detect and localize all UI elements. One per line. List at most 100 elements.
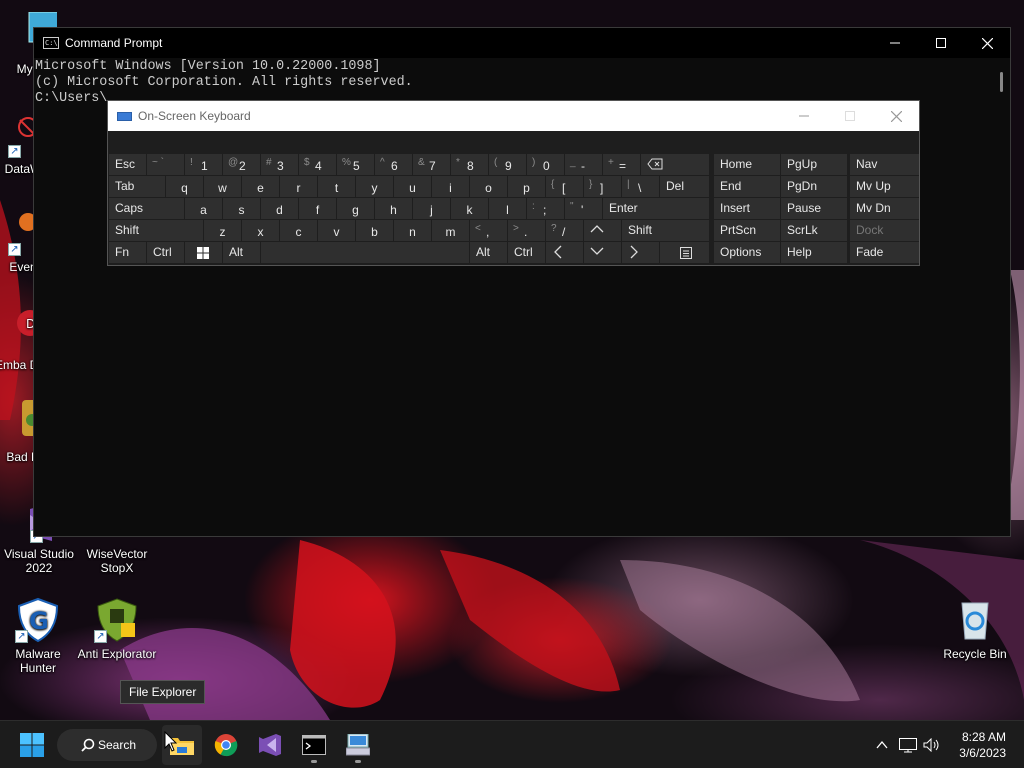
key-nav[interactable]: Nav: [850, 154, 919, 175]
key-del[interactable]: Del: [660, 176, 709, 197]
key-pgdn[interactable]: PgDn: [781, 176, 847, 197]
show-hidden-icons-button[interactable]: [870, 725, 894, 765]
key-9[interactable]: (9: [489, 154, 526, 175]
key-fn[interactable]: Fn: [109, 242, 146, 263]
key-slash[interactable]: ? /: [546, 220, 583, 241]
key-i[interactable]: i: [432, 176, 469, 197]
key-b[interactable]: b: [356, 220, 393, 241]
key-n[interactable]: n: [394, 220, 431, 241]
taskbar-search-button[interactable]: Search: [57, 729, 157, 761]
key-tab[interactable]: Tab: [109, 176, 165, 197]
command-prompt-taskbar-button[interactable]: [294, 725, 334, 765]
key-shift-right[interactable]: Shift: [622, 220, 709, 241]
minimize-button[interactable]: [872, 28, 918, 58]
key-prtscn[interactable]: PrtScn: [714, 220, 780, 241]
key-l[interactable]: l: [489, 198, 526, 219]
key-6[interactable]: ^ 6: [375, 154, 412, 175]
key-windows[interactable]: [185, 242, 222, 263]
key-insert[interactable]: Insert: [714, 198, 780, 219]
key-q[interactable]: q: [166, 176, 203, 197]
key-k[interactable]: k: [451, 198, 488, 219]
key-w[interactable]: w: [204, 176, 241, 197]
key-8[interactable]: * 8: [451, 154, 488, 175]
key-d[interactable]: d: [261, 198, 298, 219]
key-tilde[interactable]: ~ `: [147, 154, 184, 175]
network-button[interactable]: [896, 725, 920, 765]
key-r[interactable]: r: [280, 176, 317, 197]
key-scrlk[interactable]: ScrLk: [781, 220, 847, 241]
key-arrow-right[interactable]: [622, 242, 659, 263]
key-c[interactable]: c: [280, 220, 317, 241]
key-t[interactable]: t: [318, 176, 355, 197]
key-h[interactable]: h: [375, 198, 412, 219]
key-v[interactable]: v: [318, 220, 355, 241]
key-4[interactable]: $4: [299, 154, 336, 175]
key-u[interactable]: u: [394, 176, 431, 197]
key-equals[interactable]: + =: [603, 154, 640, 175]
key-menu[interactable]: [660, 242, 709, 263]
on-screen-keyboard-taskbar-button[interactable]: [338, 725, 378, 765]
key-pause[interactable]: Pause: [781, 198, 847, 219]
key-backspace[interactable]: [641, 154, 709, 175]
on-screen-keyboard-window[interactable]: On-Screen Keyboard Esc ~ ` ! 1 @2 #3 $4 %…: [107, 100, 920, 266]
key-z[interactable]: z: [204, 220, 241, 241]
key-home[interactable]: Home: [714, 154, 780, 175]
key-right-bracket[interactable]: }]: [584, 176, 621, 197]
key-p[interactable]: p: [508, 176, 545, 197]
key-j[interactable]: j: [413, 198, 450, 219]
key-2[interactable]: @2: [223, 154, 260, 175]
key-move-down[interactable]: Mv Dn: [850, 198, 919, 219]
key-arrow-up[interactable]: [584, 220, 621, 241]
key-3[interactable]: #3: [261, 154, 298, 175]
key-esc[interactable]: Esc: [109, 154, 146, 175]
key-ctrl-left[interactable]: Ctrl: [147, 242, 184, 263]
key-quote[interactable]: " ': [565, 198, 602, 219]
key-x[interactable]: x: [242, 220, 279, 241]
key-end[interactable]: End: [714, 176, 780, 197]
desktop-icon-malware-hunter[interactable]: G ↗ Malware Hunter: [0, 597, 78, 675]
key-a[interactable]: a: [185, 198, 222, 219]
taskbar-clock[interactable]: 8:28 AM 3/6/2023: [959, 729, 1006, 761]
close-button[interactable]: [964, 28, 1010, 58]
key-alt-right[interactable]: Alt: [470, 242, 507, 263]
key-move-up[interactable]: Mv Up: [850, 176, 919, 197]
key-5[interactable]: % 5: [337, 154, 374, 175]
key-g[interactable]: g: [337, 198, 374, 219]
key-0[interactable]: ) 0: [527, 154, 564, 175]
key-backslash[interactable]: | \: [622, 176, 659, 197]
key-pgup[interactable]: PgUp: [781, 154, 847, 175]
volume-button[interactable]: [920, 725, 944, 765]
key-shift-left[interactable]: Shift: [109, 220, 203, 241]
visual-studio-taskbar-button[interactable]: [250, 725, 290, 765]
key-period[interactable]: >.: [508, 220, 545, 241]
cmd-scrollbar[interactable]: [1000, 72, 1003, 92]
key-s[interactable]: s: [223, 198, 260, 219]
key-o[interactable]: o: [470, 176, 507, 197]
key-enter[interactable]: Enter: [603, 198, 709, 219]
key-y[interactable]: y: [356, 176, 393, 197]
key-semicolon[interactable]: :;: [527, 198, 564, 219]
start-button[interactable]: [12, 725, 52, 765]
key-help[interactable]: Help: [781, 242, 847, 263]
key-f[interactable]: f: [299, 198, 336, 219]
desktop-icon-recycle-bin[interactable]: Recycle Bin: [935, 597, 1015, 661]
key-arrow-left[interactable]: [546, 242, 583, 263]
key-alt-left[interactable]: Alt: [223, 242, 260, 263]
key-caps[interactable]: Caps: [109, 198, 184, 219]
key-arrow-down[interactable]: [584, 242, 621, 263]
key-m[interactable]: m: [432, 220, 469, 241]
chrome-taskbar-button[interactable]: [206, 725, 246, 765]
maximize-button[interactable]: [918, 28, 964, 58]
key-7[interactable]: & 7: [413, 154, 450, 175]
key-options[interactable]: Options: [714, 242, 780, 263]
cmd-titlebar[interactable]: C:\ Command Prompt: [34, 28, 1010, 58]
key-e[interactable]: e: [242, 176, 279, 197]
key-minus[interactable]: _ -: [565, 154, 602, 175]
desktop-icon-anti-explorator[interactable]: ↗ Anti Explorator: [77, 597, 157, 661]
key-space[interactable]: [261, 242, 469, 263]
key-ctrl-right[interactable]: Ctrl: [508, 242, 545, 263]
key-left-bracket[interactable]: {[: [546, 176, 583, 197]
key-1[interactable]: ! 1: [185, 154, 222, 175]
key-comma[interactable]: <,: [470, 220, 507, 241]
key-fade[interactable]: Fade: [850, 242, 919, 263]
